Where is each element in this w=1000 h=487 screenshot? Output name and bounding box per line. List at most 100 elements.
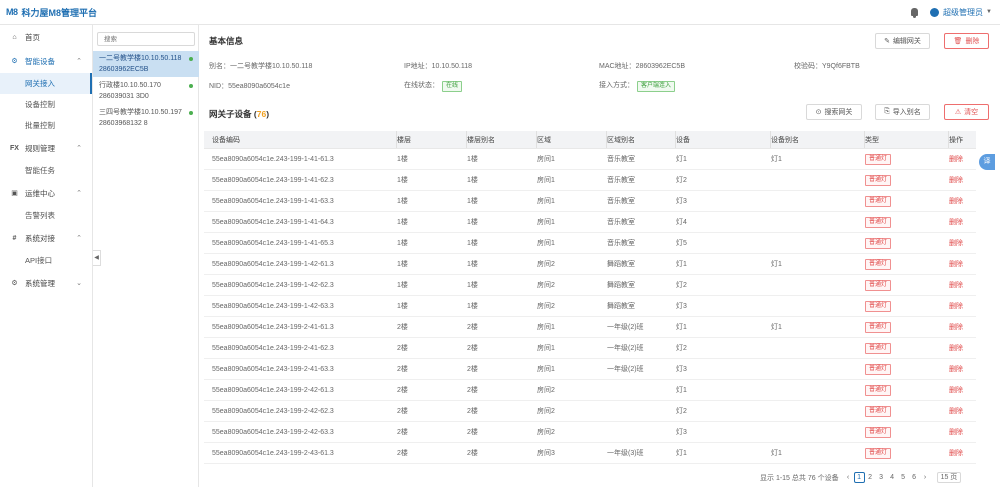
- table-row[interactable]: 55ea8090a6054c1e.243-199-2-42-61.3 2楼 2楼 房间…: [204, 380, 976, 401]
- collapse-sidebar-button[interactable]: ◀: [93, 250, 101, 266]
- table-row[interactable]: 55ea8090a6054c1e.243-199-1-41-63.3 1楼 1楼 房间…: [204, 191, 976, 212]
- nav-api[interactable]: API接口: [0, 250, 92, 271]
- page-size-select[interactable]: 15 页: [936, 472, 962, 483]
- col-device-alias[interactable]: 设备别名: [771, 131, 865, 148]
- nav-device-control[interactable]: 设备控制: [0, 94, 92, 115]
- col-type[interactable]: 类型: [865, 131, 949, 148]
- nav-gateway-access[interactable]: 网关接入: [0, 73, 92, 94]
- page-1-button[interactable]: 1: [853, 472, 865, 483]
- delete-row-link[interactable]: 删除: [949, 175, 976, 185]
- import-alias-button[interactable]: ⎘ 导入别名: [875, 104, 930, 120]
- delete-row-link[interactable]: 删除: [949, 322, 976, 332]
- search-gateway-button[interactable]: ⊙ 搜索网关: [806, 104, 862, 120]
- translate-tab[interactable]: 译: [979, 154, 995, 170]
- table-row[interactable]: 55ea8090a6054c1e.243-199-1-42-61.3 1楼 1楼 房间…: [204, 254, 976, 275]
- edit-gateway-button[interactable]: ✎ 编辑网关: [875, 33, 930, 49]
- gateway-search-input[interactable]: [97, 32, 195, 46]
- nav-rules[interactable]: FX 规则管理 ⌃: [0, 136, 92, 160]
- cell-floor-alias: 2楼: [467, 324, 478, 331]
- table-row[interactable]: 55ea8090a6054c1e.243-199-2-42-62.3 2楼 2楼 房间…: [204, 401, 976, 422]
- cell-floor: 2楼: [397, 450, 408, 457]
- col-area-alias[interactable]: 区域别名: [607, 131, 676, 148]
- delete-row-link[interactable]: 删除: [949, 154, 976, 164]
- nid-label: NID：: [209, 83, 229, 90]
- delete-row-link[interactable]: 删除: [949, 343, 976, 353]
- cell-code: 55ea8090a6054c1e.243-199-1-41-63.3: [212, 197, 334, 205]
- table-row[interactable]: 55ea8090a6054c1e.243-199-2-41-61.3 2楼 2楼 房间…: [204, 317, 976, 338]
- type-badge: 普通灯: [865, 216, 892, 228]
- edit-icon: ✎: [884, 38, 890, 45]
- logo-mark: M8: [6, 7, 18, 17]
- delete-row-link[interactable]: 删除: [949, 196, 976, 206]
- delete-row-link[interactable]: 删除: [949, 301, 976, 311]
- nav-ops[interactable]: ▣ 运维中心 ⌃: [0, 181, 92, 205]
- delete-gateway-button[interactable]: 🗑 删除: [944, 33, 989, 49]
- table-row[interactable]: 55ea8090a6054c1e.243-199-2-43-61.3 2楼 2楼 房间…: [204, 443, 976, 464]
- cell-type: 普通灯: [865, 363, 949, 375]
- cell-device: 灯2: [676, 345, 687, 352]
- cell-device: 灯3: [676, 429, 687, 436]
- page-6-button[interactable]: 6: [909, 474, 920, 481]
- delete-row-link[interactable]: 删除: [949, 217, 976, 227]
- gateway-mac: 28603968132 8: [99, 120, 148, 127]
- cell-code: 55ea8090a6054c1e.243-199-2-42-62.3: [212, 407, 334, 415]
- col-code[interactable]: 设备编码: [204, 131, 397, 148]
- gateway-item[interactable]: 行政楼10.10.50.170 286039031 3D0: [93, 78, 199, 104]
- next-page-button[interactable]: ›: [920, 474, 931, 481]
- col-floor[interactable]: 楼层: [397, 131, 467, 148]
- delete-row-link[interactable]: 删除: [949, 385, 976, 395]
- user-avatar-icon[interactable]: [930, 7, 940, 17]
- logo[interactable]: M8 科力屋M8管理平台: [0, 6, 97, 19]
- table-row[interactable]: 55ea8090a6054c1e.243-199-1-42-62.3 1楼 1楼 房间…: [204, 275, 976, 296]
- table-row[interactable]: 55ea8090a6054c1e.243-199-1-41-61.3 1楼 1楼 房间…: [204, 149, 976, 170]
- chevron-up-icon: ⌃: [76, 58, 82, 65]
- bell-icon[interactable]: [911, 8, 919, 18]
- nav-home[interactable]: ⌂ 首页: [0, 25, 92, 49]
- col-floor-alias[interactable]: 楼层别名: [467, 131, 537, 148]
- table-row[interactable]: 55ea8090a6054c1e.243-199-1-42-63.3 1楼 1楼 房间…: [204, 296, 976, 317]
- cell-area: 房间1: [537, 324, 555, 331]
- nav-alarms[interactable]: 告警列表: [0, 205, 92, 226]
- online-dot-icon: [189, 84, 193, 88]
- nav-smart-devices[interactable]: ⚙ 智能设备 ⌃: [0, 49, 92, 73]
- table-row[interactable]: 55ea8090a6054c1e.243-199-2-42-63.3 2楼 2楼 房间…: [204, 422, 976, 443]
- col-area[interactable]: 区域: [537, 131, 607, 148]
- page-4-button[interactable]: 4: [887, 474, 898, 481]
- table-row[interactable]: 55ea8090a6054c1e.243-199-1-41-62.3 1楼 1楼 房间…: [204, 170, 976, 191]
- page-3-button[interactable]: 3: [876, 474, 887, 481]
- chevron-down-icon[interactable]: ▼: [986, 9, 992, 15]
- ip-value: 10.10.50.118: [431, 63, 472, 70]
- page-2-button[interactable]: 2: [865, 474, 876, 481]
- prev-page-button[interactable]: ‹: [843, 474, 854, 481]
- delete-row-link[interactable]: 删除: [949, 259, 976, 269]
- user-menu[interactable]: 超级管理员: [943, 7, 983, 18]
- delete-row-link[interactable]: 删除: [949, 406, 976, 416]
- nav-batch-control[interactable]: 批量控制: [0, 115, 92, 136]
- status-badge: 在线: [442, 81, 463, 92]
- nav-system[interactable]: ⚙ 系统管理 ⌄: [0, 271, 92, 295]
- delete-row-link[interactable]: 删除: [949, 427, 976, 437]
- delete-row-link[interactable]: 删除: [949, 448, 976, 458]
- gateway-item[interactable]: 三四号教学楼10.10.50.197 28603968132 8: [93, 105, 199, 131]
- col-device[interactable]: 设备: [676, 131, 771, 148]
- mac-value: 28603962EC5B: [635, 63, 685, 70]
- type-badge: 普通灯: [865, 342, 892, 354]
- table-row[interactable]: 55ea8090a6054c1e.243-199-2-41-63.3 2楼 2楼 房间…: [204, 359, 976, 380]
- gateway-item[interactable]: 一二号教学楼10.10.50.118 28603962EC5B: [93, 51, 199, 77]
- table-row[interactable]: 55ea8090a6054c1e.243-199-1-41-65.3 1楼 1楼 房间…: [204, 233, 976, 254]
- clear-label: 清空: [964, 109, 979, 116]
- cell-area-alias: 舞蹈教室: [607, 303, 635, 310]
- delete-row-link[interactable]: 删除: [949, 280, 976, 290]
- page-5-button[interactable]: 5: [898, 474, 909, 481]
- pagination: 显示 1-15 总共 76 个设备 ‹ 1 2 3 4 5 6 › 15 页: [760, 472, 962, 483]
- cell-area-alias: 舞蹈教室: [607, 282, 635, 289]
- delete-row-link[interactable]: 删除: [949, 364, 976, 374]
- cell-device-alias: 灯1: [771, 450, 782, 457]
- table-row[interactable]: 55ea8090a6054c1e.243-199-2-41-62.3 2楼 2楼 房间…: [204, 338, 976, 359]
- delete-row-link[interactable]: 删除: [949, 238, 976, 248]
- table-row[interactable]: 55ea8090a6054c1e.243-199-1-41-64.3 1楼 1楼 房间…: [204, 212, 976, 233]
- cell-type: 普通灯: [865, 426, 949, 438]
- nav-integration[interactable]: # 系统对接 ⌃: [0, 226, 92, 250]
- clear-button[interactable]: ⚠ 清空: [944, 104, 989, 120]
- nav-smart-tasks[interactable]: 智能任务: [0, 160, 92, 181]
